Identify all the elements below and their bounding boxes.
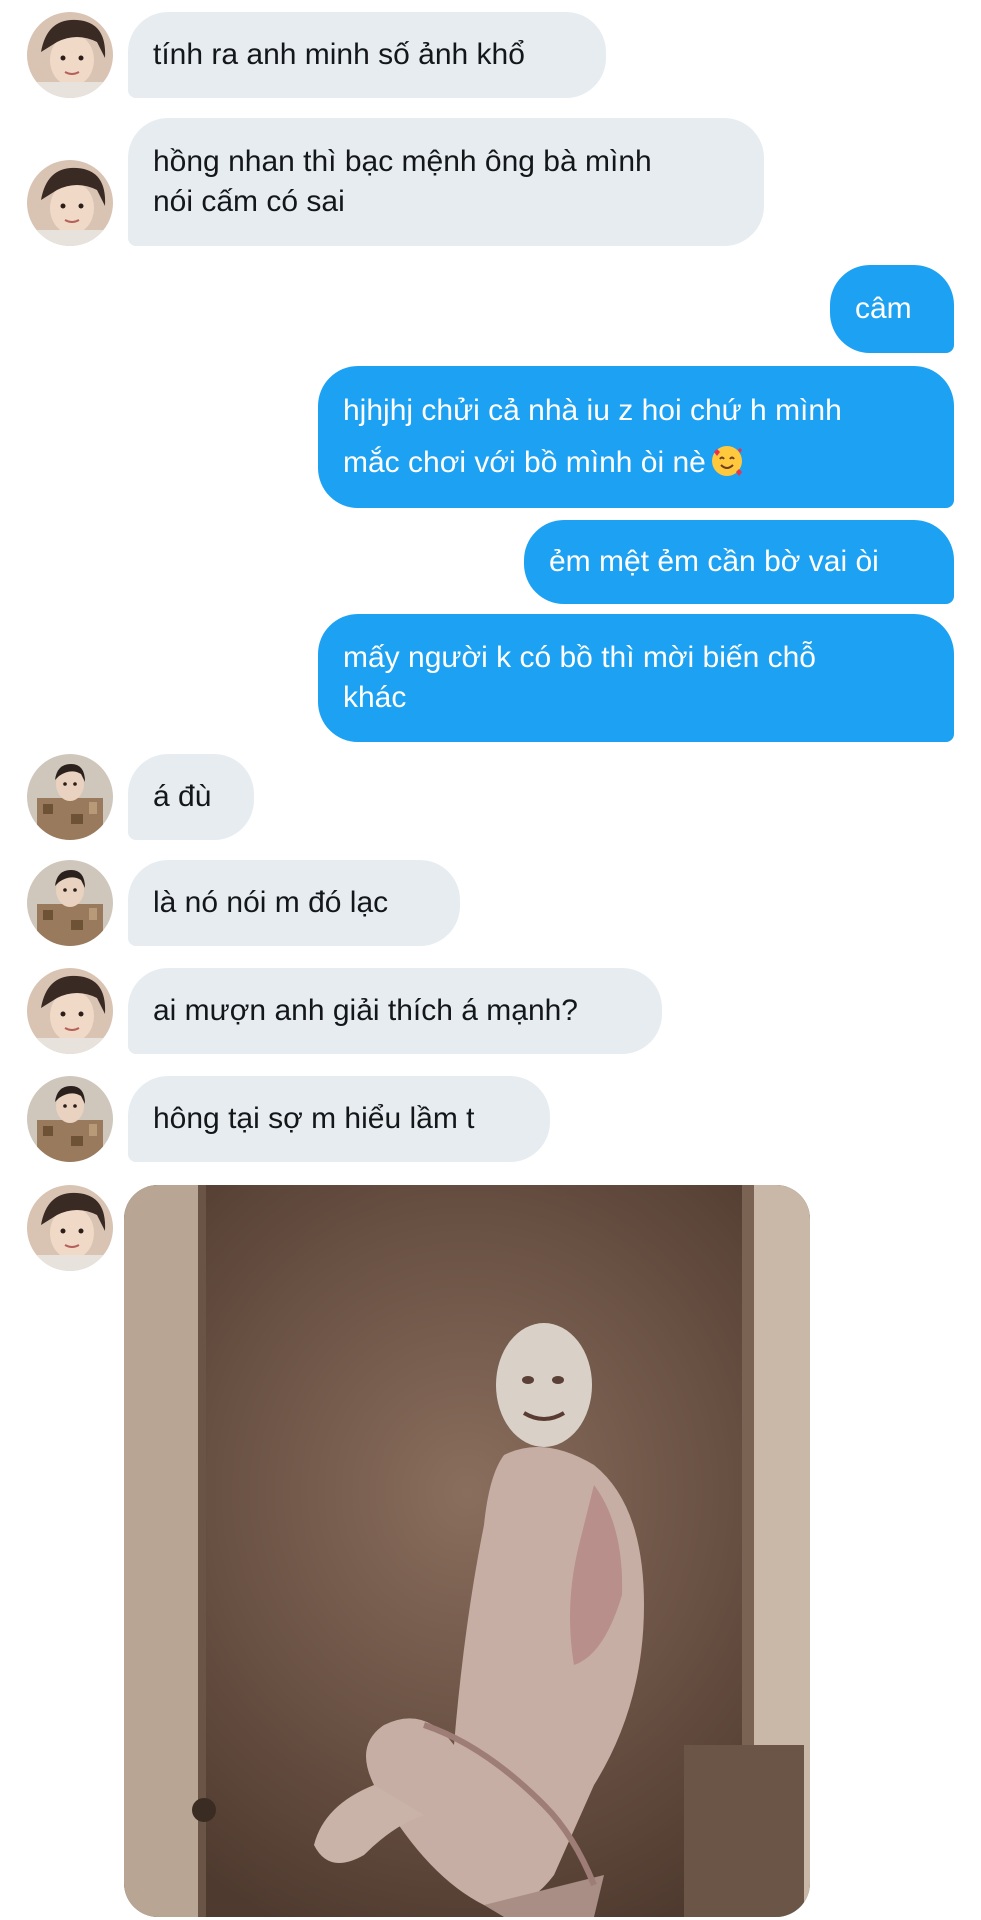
boy-avatar[interactable] [27, 754, 113, 840]
message-text: nói cấm có sai [153, 185, 345, 218]
message-text: ẻm mệt ẻm cần bờ vai òi [549, 545, 879, 578]
girl-avatar[interactable] [27, 1185, 113, 1271]
message-bubble-outgoing[interactable]: hjhjhj chửi cả nhà iu z hoi chứ h mình m… [318, 366, 954, 508]
message-text: ai mượn anh giải thích á mạnh? [153, 994, 578, 1027]
message-bubble-incoming[interactable]: á đù [128, 754, 254, 840]
message-text: là nó nói m đó lạc [153, 886, 389, 919]
message-bubble-outgoing[interactable]: ẻm mệt ẻm cần bờ vai òi [524, 520, 954, 604]
message-text: mấy người k có bồ thì mời biến chỗ [343, 641, 816, 674]
message-bubble-incoming[interactable]: hồng nhan thì bạc mệnh ông bà mình nói c… [128, 118, 764, 246]
message-bubble-outgoing[interactable]: câm [830, 265, 954, 353]
boy-avatar[interactable] [27, 860, 113, 946]
message-text: khác [343, 681, 407, 714]
message-text: mắc chơi với bồ mình òi nè [343, 446, 706, 479]
girl-avatar[interactable] [27, 12, 113, 98]
smiling-face-with-hearts-icon [711, 446, 742, 476]
message-bubble-incoming[interactable]: hông tại sợ m hiểu lầm t [128, 1076, 550, 1162]
girl-avatar[interactable] [27, 160, 113, 246]
message-text: á đù [153, 780, 212, 813]
message-bubble-incoming[interactable]: là nó nói m đó lạc [128, 860, 460, 946]
message-text: hồng nhan thì bạc mệnh ông bà mình [153, 145, 652, 178]
message-text: câm [855, 292, 912, 325]
girl-avatar[interactable] [27, 968, 113, 1054]
message-text: hông tại sợ m hiểu lầm t [153, 1102, 475, 1135]
message-text: tính ra anh minh số ảnh khổ [153, 38, 525, 71]
meme-photo[interactable] [124, 1185, 810, 1917]
message-bubble-outgoing[interactable]: mấy người k có bồ thì mời biến chỗ khác [318, 614, 954, 742]
message-text: hjhjhj chửi cả nhà iu z hoi chứ h mình [343, 394, 842, 427]
boy-avatar[interactable] [27, 1076, 113, 1162]
message-bubble-incoming[interactable]: ai mượn anh giải thích á mạnh? [128, 968, 662, 1054]
message-bubble-incoming[interactable]: tính ra anh minh số ảnh khổ [128, 12, 606, 98]
